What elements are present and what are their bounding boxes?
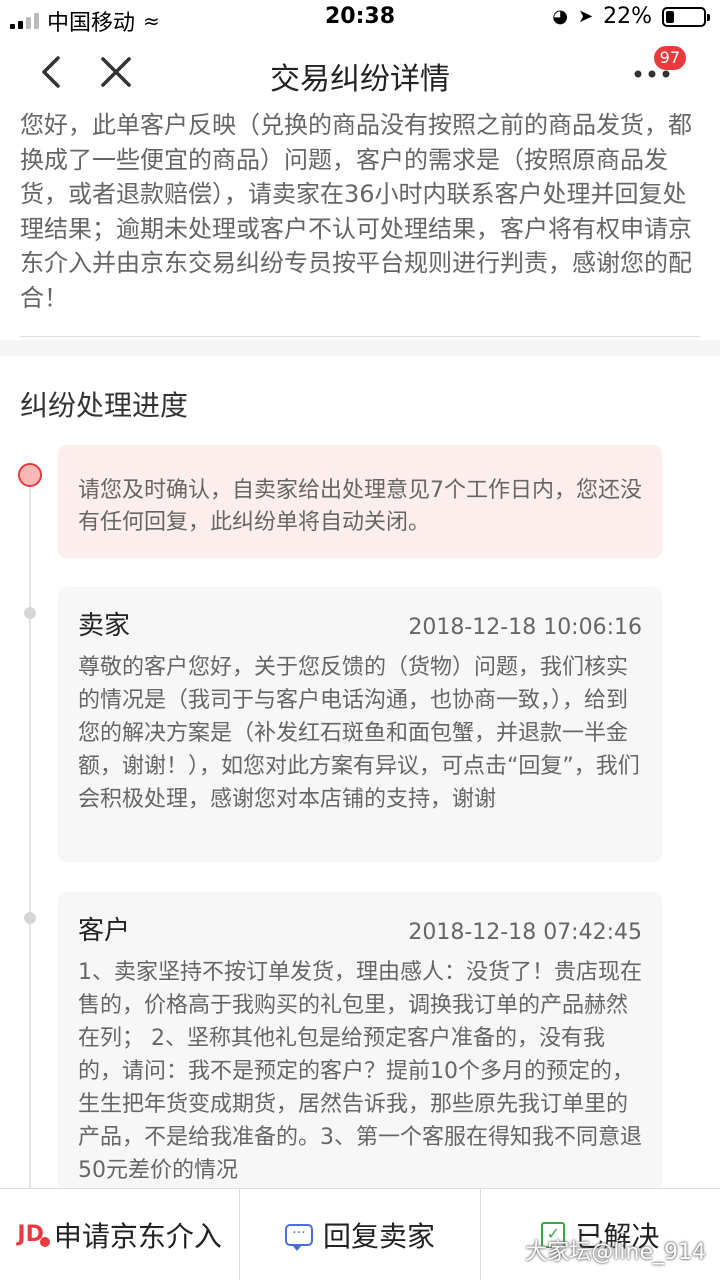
message-header: 卖家 2018-12-18 10:06:16 [78, 605, 642, 645]
timeline-dot [24, 912, 36, 924]
chat-bubble-icon: ··· [284, 1223, 313, 1251]
message-body: 尊敬的客户您好，关于您反馈的（货物）问题，我们核实的情况是（我司于与客户电话沟通… [78, 655, 640, 812]
location-icon: ➤ [578, 6, 594, 27]
section-separator [0, 340, 720, 356]
message-time: 2018-12-18 10:06:16 [408, 615, 642, 640]
status-bar: 中国移动 ≈ 20:38 ◕ ➤ 22% [0, 0, 720, 36]
message-role: 客户 [78, 916, 131, 946]
nav-bar: 交易纠纷详情 97 [0, 36, 720, 108]
battery-icon [662, 6, 710, 27]
message-count-badge: 97 [653, 46, 686, 70]
progress-section-title: 纠纷处理进度 [20, 389, 189, 422]
timeline-dot [24, 607, 36, 619]
timeline-dot-active [18, 463, 42, 487]
message-role: 卖家 [78, 611, 131, 641]
auto-close-notice: 请您及时确认，自卖家给出处理意见7个工作日内，您还没有任何回复，此纠纷单将自动关… [58, 445, 662, 558]
request-jd-intervention-button[interactable]: JD 申请京东介入 [0, 1189, 239, 1280]
divider [20, 336, 700, 337]
orientation-lock-icon: ◕ [552, 6, 568, 27]
message-header: 客户 2018-12-18 07:42:45 [78, 910, 642, 950]
dispute-intro-text: 您好，此单客户反映（兑换的商品没有按照之前的商品发货，都换成了一些便宜的商品）问… [20, 111, 692, 312]
battery-fill [666, 10, 674, 23]
status-right: ◕ ➤ 22% [552, 4, 710, 29]
battery-percent: 22% [603, 4, 652, 29]
message-time: 2018-12-18 07:42:45 [408, 920, 642, 945]
message-body: 1、卖家坚持不按订单发货，理由感人：没货了！贵店现在售的，价格高于我购买的礼包里… [78, 960, 642, 1183]
timeline-line [29, 474, 31, 1204]
reply-seller-label: 回复卖家 [322, 1219, 435, 1253]
message-card-seller: 卖家 2018-12-18 10:06:16 尊敬的客户您好，关于您反馈的（货物… [58, 587, 662, 862]
message-card-customer: 客户 2018-12-18 07:42:45 1、卖家坚持不按订单发货，理由感人… [58, 892, 662, 1192]
reply-seller-button[interactable]: ··· 回复卖家 [239, 1189, 479, 1280]
page-title: 交易纠纷详情 [270, 62, 450, 97]
watermark: 大家坛@line_914 [525, 1240, 706, 1265]
request-jd-intervention-label: 申请京东介入 [53, 1219, 222, 1253]
jd-logo-icon: JD [17, 1222, 51, 1247]
